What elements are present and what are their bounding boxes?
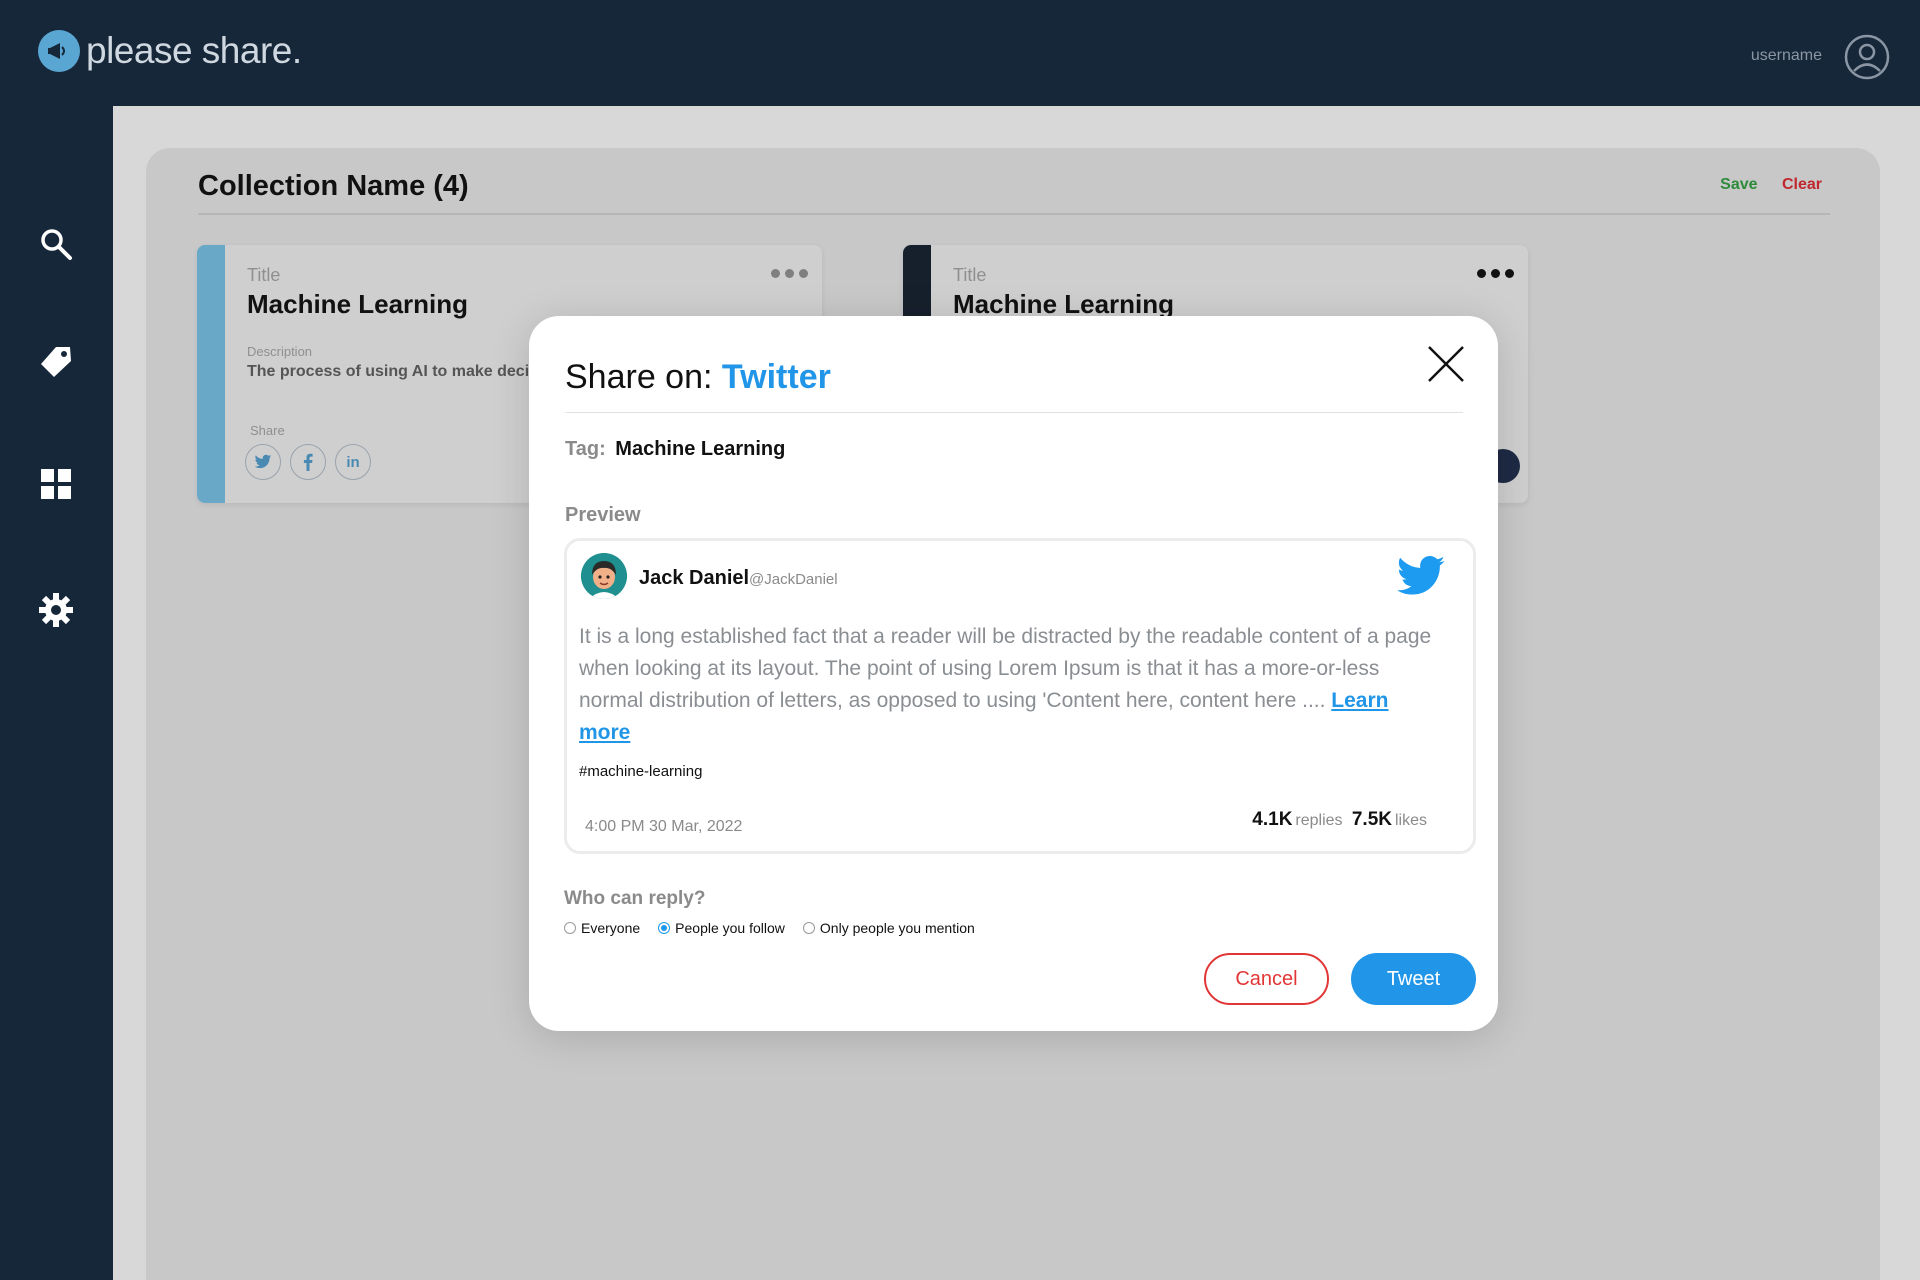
share-buttons: in [245, 444, 371, 480]
share-modal: Share on: Twitter Tag: Machine Learning … [529, 316, 1498, 1031]
tweet-preview: Jack Daniel @JackDaniel It is a long est… [564, 538, 1476, 854]
gear-icon[interactable] [36, 590, 76, 630]
reply-options: Everyone People you follow Only people y… [564, 920, 993, 936]
radio-button-selected[interactable] [658, 922, 671, 934]
search-icon[interactable] [36, 224, 76, 264]
more-options-icon[interactable] [1477, 269, 1514, 278]
reply-option-label: Everyone [581, 920, 641, 936]
twitter-bird-icon [1395, 555, 1447, 599]
more-options-icon[interactable] [771, 269, 808, 278]
card-title: Machine Learning [247, 289, 469, 319]
avatar [581, 553, 627, 599]
likes-label: likes [1394, 812, 1427, 829]
close-icon[interactable] [1424, 342, 1468, 386]
tweet-hashtag[interactable]: #machine-learning [579, 763, 702, 780]
radio-button[interactable] [564, 922, 576, 934]
reply-option-people-you-follow[interactable]: People you follow [658, 920, 785, 936]
reply-option-mentioned[interactable]: Only people you mention [802, 920, 975, 936]
card-stripe [197, 245, 225, 503]
save-button[interactable]: Save [1720, 176, 1757, 193]
divider [198, 213, 1830, 215]
facebook-icon[interactable] [290, 444, 326, 480]
replies-label: replies [1295, 812, 1343, 829]
tag-row: Tag: Machine Learning [565, 438, 785, 461]
top-bar: please share. username [0, 0, 1920, 106]
preview-label: Preview [565, 504, 641, 526]
username-label[interactable]: username [1751, 47, 1822, 65]
tweet-body-text: It is a long established fact that a rea… [579, 625, 1432, 712]
app-logo[interactable]: please share. [38, 30, 302, 72]
divider [565, 412, 1463, 413]
collection-title: Collection Name (4) [198, 170, 469, 202]
grid-icon[interactable] [36, 464, 76, 504]
tag-label: Tag: [565, 438, 606, 460]
reply-option-label: People you follow [675, 920, 785, 936]
cancel-button[interactable]: Cancel [1204, 953, 1329, 1005]
tag-icon[interactable] [36, 342, 76, 382]
likes-count: 7.5K [1351, 809, 1392, 830]
twitter-icon[interactable] [245, 444, 281, 480]
reply-option-label: Only people you mention [819, 920, 975, 936]
sidebar [0, 106, 113, 1280]
tweet-handle: @JackDaniel [749, 571, 838, 588]
tweet-author: Jack Daniel [639, 567, 750, 589]
card-share-label: Share [250, 423, 285, 438]
tweet-timestamp: 4:00 PM 30 Mar, 2022 [585, 818, 743, 835]
modal-heading-prefix: Share on: [565, 358, 713, 396]
tag-value: Machine Learning [615, 438, 786, 460]
replies-count: 4.1K [1252, 809, 1293, 830]
megaphone-icon [38, 30, 80, 72]
collection-actions: Save Clear [1720, 176, 1822, 194]
card-title-label: Title [247, 265, 281, 285]
platform-name: Twitter [721, 358, 831, 396]
logo-text: please share. [86, 30, 302, 71]
tweet-button[interactable]: Tweet [1351, 953, 1476, 1005]
radio-button[interactable] [802, 922, 815, 934]
tweet-stats: 4.1K replies 7.5K likes [1252, 809, 1431, 831]
card-description: The process of using AI to make decisi [247, 363, 543, 380]
linkedin-icon[interactable]: in [335, 444, 371, 480]
card-title-label: Title [953, 265, 987, 285]
reply-label: Who can reply? [564, 888, 706, 909]
card-description-label: Description [247, 344, 313, 359]
modal-heading: Share on: Twitter [565, 358, 831, 397]
reply-option-everyone[interactable]: Everyone [564, 920, 640, 936]
tweet-body: It is a long established fact that a rea… [579, 621, 1439, 749]
clear-button[interactable]: Clear [1782, 176, 1822, 193]
user-avatar-icon[interactable] [1844, 34, 1890, 80]
